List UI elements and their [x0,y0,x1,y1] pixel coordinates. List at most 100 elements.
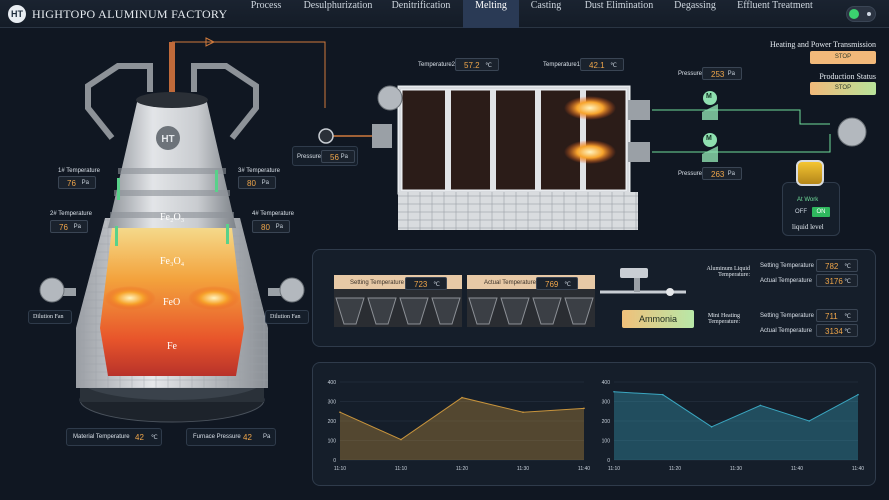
x-tick-label: 11:40 [578,466,590,472]
kiln-temp1-label: Temperature1 [543,62,581,68]
nav-effluent-treatment[interactable]: Effluent Treatment [734,0,816,28]
mini-title: Mini Heating Temperature: [707,313,740,325]
dilution-fan-right: Dilution Fan [265,310,309,324]
theme-toggle[interactable] [846,6,876,22]
y-tick-label: 300 [328,400,337,406]
data-point [857,393,859,396]
x-tick-label: 11:10 [608,466,620,472]
production-title: Production Status [819,72,876,81]
data-point [400,438,402,441]
logo-icon: HT [8,5,26,23]
x-tick-label: 11:30 [517,466,529,472]
temp1-label: 1# Temperature [58,168,100,174]
liquid-tank-icon [796,160,824,186]
temp3-label: 3# Temperature [238,168,280,174]
y-tick-label: 400 [602,380,611,386]
nav-melting[interactable]: Melting [463,0,519,28]
y-tick-label: 0 [607,458,610,464]
app-title: HIGHTOPO ALUMINUM FACTORY [32,7,228,21]
kiln-temp2-readout: 57.2 ℃ [455,58,499,71]
pressure-gauge-icon [318,128,334,144]
kiln-inlet [372,124,392,148]
al-setting-readout: 782 ℃ [816,259,858,272]
kiln-temp2-label: Temperature2 [418,62,456,68]
al-actual-label: Actual Temperature [760,278,812,284]
gas-pump-icon [837,117,867,147]
y-tick-label: 300 [602,400,611,406]
chart-right: 0 100 200 300 400 11:10 11:20 11:30 11:40 11:40 [602,380,865,472]
temp1-readout: 76 Pa [58,176,96,189]
al-actual-readout: 3176 ℃ [816,274,858,287]
nav-desulphurization[interactable]: Desulphurization [300,0,376,28]
x-tick-label: 11:40 [791,466,803,472]
y-tick-label: 0 [333,458,336,464]
y-tick-label: 200 [602,419,611,425]
flame-left [104,286,156,310]
kiln-pressure-bottom-readout: 263 Pa [702,167,742,180]
valve-top-label: M [706,93,712,100]
x-tick-label: 11:20 [456,466,468,472]
dilution-fan-right-icon [279,277,305,303]
heating-stop-button[interactable]: STOP [810,51,876,64]
actual-temp-readout: 769 ℃ [536,277,578,290]
liquid-level-panel: At Work OFF ON liquid level [782,182,840,236]
material-temperature: Material Temperature 42 ℃ [66,428,162,446]
dilution-fan-left: Dilution Fan [28,310,72,324]
aluminum-title: Aluminum Liquid Temperature: [706,266,751,278]
y-tick-label: 100 [602,439,611,445]
ammonia-label: Ammonia [622,310,694,328]
ammonia-pipe [600,268,686,296]
x-tick-label: 11:10 [395,466,407,472]
nav-casting[interactable]: Casting [524,0,568,28]
nav-degassing[interactable]: Degassing [668,0,722,28]
kiln-pressure-top-label: Pressure [678,71,703,77]
data-point [461,396,463,399]
kiln-temp1-readout: 42.1 ℃ [580,58,624,71]
data-point [808,420,810,422]
temp4-readout: 80 Pa [252,220,290,233]
x-tick-label: 11:30 [730,466,742,472]
liquid-on-toggle[interactable]: ON [812,207,830,217]
furnace-mouth [136,92,208,108]
kiln-fan-icon [377,85,403,111]
nav-process[interactable]: Process [238,0,294,28]
y-tick-label: 400 [328,380,337,386]
x-tick-label: 11:10 [334,466,346,472]
y-tick-label: 100 [328,439,337,445]
kiln-flame-top [564,96,616,120]
layer-feo: FeO [163,297,181,308]
x-tick-label: 11:20 [669,466,681,472]
mini-actual-readout: 3134 ℃ [816,324,858,337]
al-setting-label: Setting Temperature [760,263,814,269]
x-tick-label: 11:40 [852,466,864,472]
data-point [522,411,524,414]
flame-right [188,286,240,310]
nav-dust-elimination[interactable]: Dust Elimination [582,0,656,28]
actual-temp-label: Actual Temperature [484,280,536,286]
data-point [583,407,585,410]
nav-denitrification[interactable]: Denitrification [384,0,458,28]
production-stop-button[interactable]: STOP [810,82,876,95]
temp4-label: 4# Temperature [252,211,294,217]
heater-funnels [335,297,594,325]
feed-pipe-vertical [169,42,175,92]
layer-fe2o3: Fe₂O₃ [160,212,185,223]
series-area [614,391,858,460]
kiln-flame-bottom [564,140,616,164]
mini-setting-readout: 711 ℃ [816,309,858,322]
pipe-pressure: Pressure 56 Pa [292,146,358,166]
valve-bottom-label: M [706,135,712,142]
layer-fe: Fe [167,341,177,352]
mini-setting-label: Setting Temperature [760,313,814,319]
layer-fe3o4: Fe₃O₄ [160,256,185,267]
data-point [662,393,664,396]
dilution-fan-left-icon [39,277,65,303]
chart-left: 0 100 200 300 400 11:10 11:10 11:20 11:30 11:40 [328,380,591,472]
temp3-readout: 80 Pa [238,176,276,189]
setting-temp-label: Setting Temperature [350,280,404,286]
data-point [710,426,713,428]
data-point [339,411,341,414]
heating-title: Heating and Power Transmission [770,40,876,49]
data-point [759,404,762,407]
temp2-readout: 76 Pa [50,220,88,233]
